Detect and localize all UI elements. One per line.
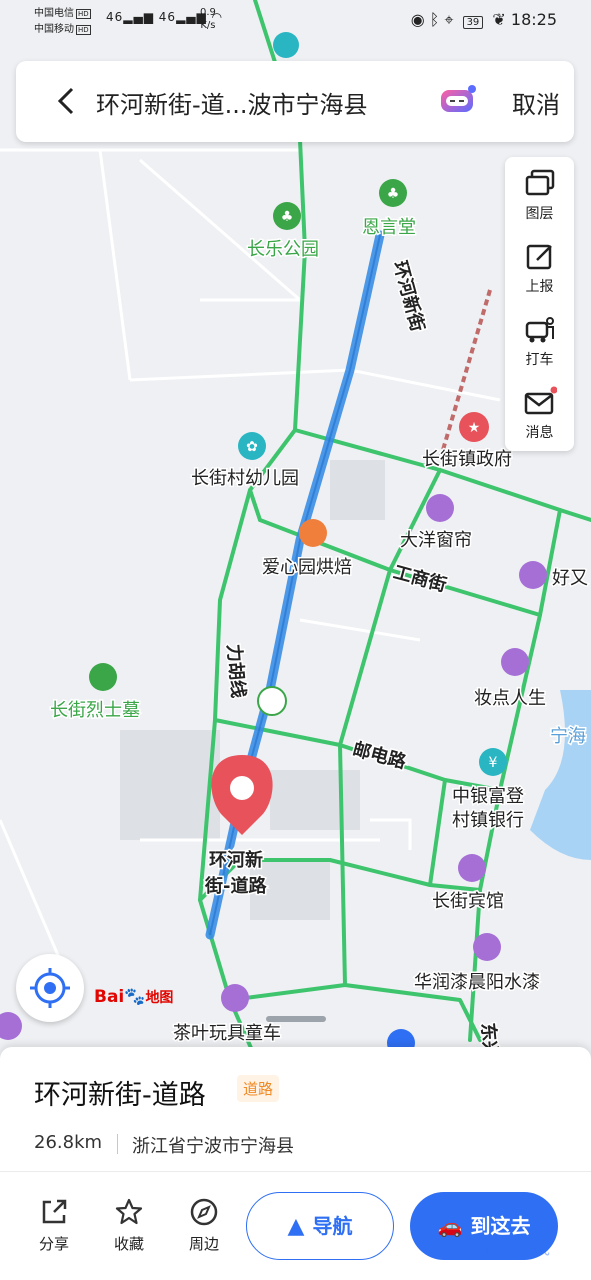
place-type-badge: 道路 bbox=[237, 1075, 280, 1102]
star-icon bbox=[115, 1198, 143, 1225]
nearby-label: 周边 bbox=[188, 1235, 219, 1253]
locate-me-button[interactable] bbox=[16, 954, 84, 1022]
speed-value: 0.9 bbox=[200, 7, 216, 18]
search-bar: 环河新街-道...波市宁海县 取消 bbox=[16, 61, 574, 142]
cancel-button[interactable]: 取消 bbox=[512, 85, 560, 120]
poi-label-bakery: 爱心园烘焙 bbox=[262, 557, 352, 578]
clock-time: 18:25 bbox=[510, 10, 557, 29]
poi-label-hotel: 长街宾馆 bbox=[432, 891, 504, 912]
place-address: 浙江省宁波市宁海县 bbox=[132, 1136, 294, 1157]
baidu-map-logo: Bai🐾地图 bbox=[94, 987, 173, 1007]
assistant-robot-icon bbox=[441, 85, 476, 112]
favorite-button[interactable]: 收藏 bbox=[99, 1197, 159, 1254]
tool-messages-label: 消息 bbox=[525, 425, 554, 441]
share-icon bbox=[42, 1199, 67, 1224]
shopping-bag-icon bbox=[221, 984, 249, 1012]
signal-1-icon: 46 bbox=[106, 10, 124, 24]
poi-label-haoyou: 好又 bbox=[552, 568, 588, 589]
hd-badge-1: HD bbox=[76, 9, 91, 19]
carrier-info: 中国电信 HD 中国移动 HD bbox=[34, 6, 91, 38]
shop-icon bbox=[519, 561, 547, 589]
speed-unit: K/s bbox=[200, 20, 216, 31]
favorite-label: 收藏 bbox=[113, 1235, 144, 1253]
tool-messages[interactable]: 消息 bbox=[505, 376, 574, 449]
baidu-logo-text: Bai bbox=[94, 987, 125, 1007]
crosshair-icon bbox=[30, 968, 70, 1008]
svg-text:✿: ✿ bbox=[246, 439, 258, 455]
site-watermark: 宁海在线 bbox=[478, 1238, 550, 1259]
poi-label-cemetery: 长街烈士墓 bbox=[50, 700, 140, 721]
poi-label-ninghai: 宁海 bbox=[550, 726, 586, 747]
tool-taxi-label: 打车 bbox=[525, 352, 554, 368]
hotel-bed-icon bbox=[458, 854, 486, 882]
svg-text:♣: ♣ bbox=[281, 209, 294, 225]
back-button[interactable] bbox=[50, 83, 86, 119]
share-button[interactable]: 分享 bbox=[24, 1197, 84, 1254]
sheet-drag-handle[interactable] bbox=[266, 1016, 326, 1022]
svg-text:♣: ♣ bbox=[387, 186, 400, 202]
post-office-icon bbox=[257, 686, 287, 716]
poi-label-paint: 华润漆晨阳水漆 bbox=[414, 972, 540, 993]
map-tools-panel: 图层 上报 打车 消息 bbox=[505, 157, 574, 451]
paw-icon: 🐾 bbox=[124, 987, 146, 1007]
poi-label-kindergarten: 长街村幼儿园 bbox=[191, 468, 299, 489]
poi-label-toys: 茶叶玩具童车 bbox=[173, 1023, 281, 1044]
poi-label-makeup: 妆点人生 bbox=[474, 688, 546, 709]
cake-icon bbox=[299, 519, 327, 547]
pin-label-line1: 环河新 bbox=[209, 849, 263, 871]
unread-dot-icon bbox=[550, 386, 557, 394]
monument-icon bbox=[89, 663, 117, 691]
nearby-button[interactable]: 周边 bbox=[174, 1197, 234, 1254]
info-separator bbox=[117, 1134, 118, 1154]
tool-layers-label: 图层 bbox=[525, 206, 554, 222]
baidu-logo-map-text: 地图 bbox=[145, 990, 174, 1006]
layers-icon bbox=[525, 169, 554, 196]
report-edit-icon bbox=[526, 244, 552, 270]
location-icon: ⌖ bbox=[444, 10, 454, 29]
compass-icon bbox=[190, 1198, 218, 1226]
voice-assistant-button[interactable] bbox=[439, 84, 477, 116]
svg-text:¥: ¥ bbox=[489, 755, 498, 771]
carrier-2: 中国移动 bbox=[34, 24, 74, 35]
navigate-button[interactable]: ▲ 导航 bbox=[246, 1192, 394, 1260]
poi-label-dayang: 大洋窗帘 bbox=[400, 530, 472, 551]
tool-report-label: 上报 bbox=[525, 279, 554, 295]
signal-2-icon: 46 bbox=[158, 10, 177, 24]
bluetooth-icon: ᛒ bbox=[429, 10, 440, 29]
poi-label-changle-park: 长乐公园 bbox=[247, 239, 319, 260]
network-speed: 0.9 K/s bbox=[200, 6, 216, 32]
battery-icon: 39 bbox=[462, 16, 484, 29]
status-right: ◉ ᛒ ⌖ 39 ❦ 18:25 bbox=[411, 10, 557, 30]
car-icon: 🚗 bbox=[437, 1214, 463, 1238]
pin-label-line2: 街-道路 bbox=[204, 875, 267, 897]
eye-icon: ◉ bbox=[410, 10, 425, 29]
share-label: 分享 bbox=[38, 1235, 69, 1253]
status-bar: 中国电信 HD 中国移动 HD 46▂▄▆ 46▂▄▆ ◠ 0.9 K/s ◉ ᛒ … bbox=[0, 0, 591, 44]
sheet-divider bbox=[0, 1171, 591, 1172]
poi-label-govt: 长街镇政府 bbox=[422, 449, 512, 470]
poi-label-bank-line2: 村镇银行 bbox=[452, 810, 524, 831]
poi-label-enyantang: 恩言堂 bbox=[362, 217, 416, 238]
place-name: 环河新街-道路 bbox=[34, 1080, 206, 1111]
carrier-1: 中国电信 bbox=[34, 8, 74, 19]
taxi-icon bbox=[525, 317, 554, 343]
navigation-arrow-icon: ▲ bbox=[287, 1214, 305, 1239]
svg-text:★: ★ bbox=[468, 420, 481, 436]
shopping-bag-icon bbox=[473, 933, 501, 961]
leaf-icon: ❦ bbox=[492, 10, 506, 29]
poi-label-bank-line1: 中银富登 bbox=[452, 786, 524, 807]
search-title[interactable]: 环河新街-道...波市宁海县 bbox=[96, 85, 368, 120]
tool-report[interactable]: 上报 bbox=[505, 230, 574, 303]
tool-taxi[interactable]: 打车 bbox=[505, 303, 574, 376]
place-distance: 26.8km bbox=[34, 1132, 103, 1153]
tool-layers[interactable]: 图层 bbox=[505, 157, 574, 230]
message-envelope-icon bbox=[524, 386, 557, 415]
navigate-label: 导航 bbox=[312, 1214, 353, 1238]
street-label-lihu: 力胡线 bbox=[223, 643, 250, 699]
chevron-left-icon bbox=[57, 87, 74, 115]
hd-badge-2: HD bbox=[76, 25, 91, 35]
shopping-bag-icon bbox=[426, 494, 454, 522]
shopping-bag-icon bbox=[501, 648, 529, 676]
